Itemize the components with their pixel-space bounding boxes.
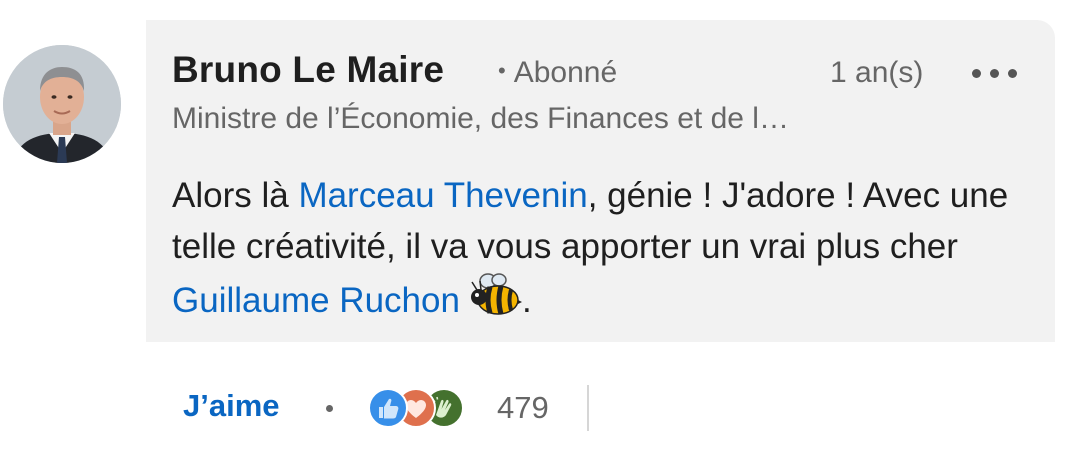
more-options-button[interactable] bbox=[972, 60, 1018, 88]
author-avatar[interactable] bbox=[3, 45, 121, 163]
author-name[interactable]: Bruno Le Maire bbox=[172, 49, 444, 91]
comment-bubble: Bruno Le Maire • Abonné 1 an(s) Ministre … bbox=[146, 20, 1055, 342]
comment-text: Alors là Marceau Thevenin, génie ! J'ado… bbox=[172, 170, 1042, 326]
like-icon bbox=[368, 388, 408, 428]
like-button[interactable]: J’aime bbox=[183, 388, 280, 424]
reaction-count: 479 bbox=[497, 390, 549, 425]
comment-timestamp: 1 an(s) bbox=[830, 56, 924, 89]
degree-label: Abonné bbox=[513, 56, 618, 89]
mention-link[interactable]: Guillaume Ruchon bbox=[172, 281, 460, 320]
divider bbox=[587, 385, 589, 431]
comment-text-part: . bbox=[521, 281, 532, 320]
avatar-photo bbox=[3, 45, 121, 163]
bullet-separator bbox=[326, 405, 333, 412]
mention-link[interactable]: Marceau Thevenin bbox=[298, 176, 587, 215]
comment-text-part: Alors là bbox=[172, 176, 299, 215]
bullet-separator: • bbox=[498, 58, 506, 83]
bee-emoji-icon bbox=[470, 273, 522, 315]
connection-degree: • Abonné bbox=[498, 56, 617, 90]
author-headline: Ministre de l’Économie, des Finances et … bbox=[172, 102, 789, 135]
